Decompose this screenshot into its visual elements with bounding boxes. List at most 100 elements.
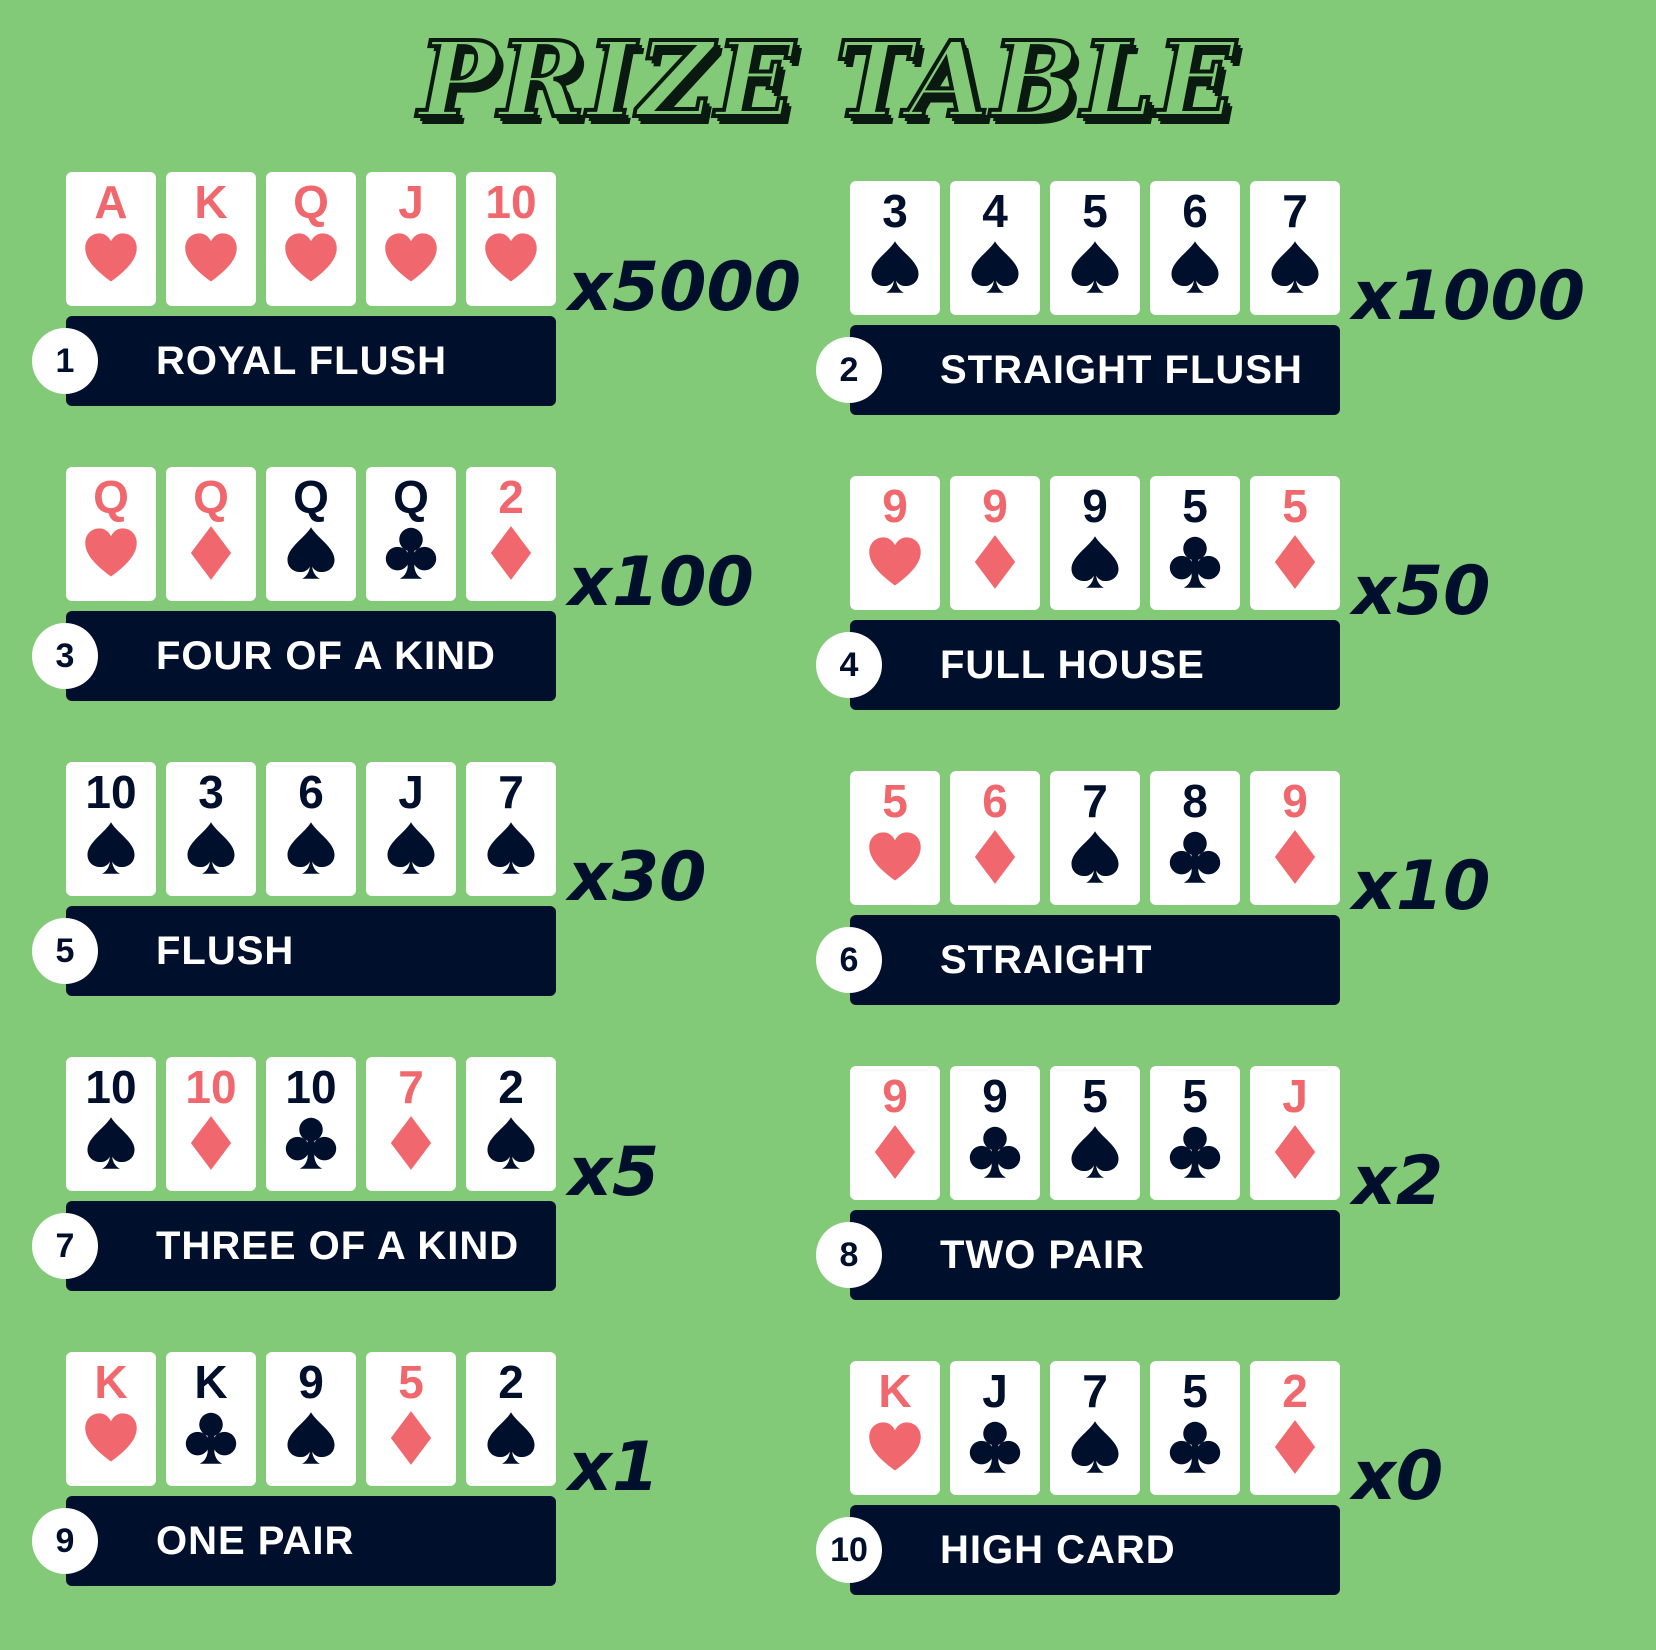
payout-multiplier: x100 [568, 543, 754, 622]
playing-card: Q [166, 467, 256, 601]
playing-card: 9 [950, 1066, 1040, 1200]
card-rank: 7 [1082, 1365, 1108, 1417]
club-icon [383, 525, 439, 581]
playing-card: 5 [1150, 1066, 1240, 1200]
club-icon [1167, 1419, 1223, 1475]
card-rank: 9 [1282, 775, 1308, 827]
playing-card: 7 [1050, 771, 1140, 905]
rank-badge: 10 [816, 1517, 882, 1583]
playing-card: 10 [66, 762, 156, 896]
playing-card: 9 [1250, 771, 1340, 905]
card-rank: 5 [1182, 1070, 1208, 1122]
payout-multiplier: x5 [568, 1133, 660, 1212]
card-rank: 10 [85, 766, 137, 818]
card-rank: 6 [298, 766, 324, 818]
rank-badge: 6 [816, 927, 882, 993]
hand-name: THREE OF A KIND [156, 1224, 520, 1268]
playing-card: 9 [1050, 476, 1140, 610]
playing-card: Q [66, 467, 156, 601]
card-rank: 5 [1182, 1365, 1208, 1417]
card-row: Q Q Q Q 2 [66, 467, 556, 601]
card-rank: Q [393, 471, 429, 523]
card-rank: J [398, 176, 424, 228]
playing-card: 5 [1150, 476, 1240, 610]
diamond-icon [967, 829, 1023, 885]
spade-icon [83, 1115, 139, 1171]
hand-name: FULL HOUSE [940, 643, 1205, 687]
card-row: 9 9 5 5 J [850, 1066, 1340, 1200]
card-rank: K [194, 176, 228, 228]
playing-card: J [1250, 1066, 1340, 1200]
playing-card: 9 [850, 476, 940, 610]
payout-multiplier: x5000 [568, 248, 802, 327]
payout-multiplier: x50 [1352, 552, 1491, 631]
playing-card: 9 [266, 1352, 356, 1486]
spade-icon [1067, 534, 1123, 590]
hand-flush: 10 3 6 J 7 FLUSH 5 x30 [32, 762, 792, 1002]
card-rank: 5 [1282, 480, 1308, 532]
diamond-icon [383, 1115, 439, 1171]
playing-card: Q [266, 467, 356, 601]
card-rank: 6 [1182, 185, 1208, 237]
card-rank: 6 [982, 775, 1008, 827]
playing-card: 5 [366, 1352, 456, 1486]
card-rank: 2 [498, 1356, 524, 1408]
card-rank: 7 [498, 766, 524, 818]
spade-icon [483, 820, 539, 876]
diamond-icon [183, 1115, 239, 1171]
heart-icon [183, 230, 239, 286]
hand-name: ONE PAIR [156, 1519, 355, 1563]
card-row: 5 6 7 8 9 [850, 771, 1340, 905]
spade-icon [283, 1410, 339, 1466]
card-rank: J [398, 766, 424, 818]
playing-card: 8 [1150, 771, 1240, 905]
hand-name: ROYAL FLUSH [156, 339, 448, 383]
card-rank: 7 [1082, 775, 1108, 827]
rank-badge: 8 [816, 1222, 882, 1288]
card-rank: 9 [882, 480, 908, 532]
card-rank: Q [93, 471, 129, 523]
club-icon [1167, 829, 1223, 885]
playing-card: J [950, 1361, 1040, 1495]
card-rank: J [982, 1365, 1008, 1417]
card-rank: 10 [285, 1061, 337, 1113]
diamond-icon [383, 1410, 439, 1466]
card-rank: 9 [982, 1070, 1008, 1122]
spade-icon [283, 525, 339, 581]
heart-icon [867, 1419, 923, 1475]
spade-icon [1067, 829, 1123, 885]
playing-card: 6 [950, 771, 1040, 905]
card-rank: 5 [398, 1356, 424, 1408]
playing-card: K [166, 172, 256, 306]
hand-high-card: K J 7 5 2 HIGH CARD 10 x0 [816, 1361, 1576, 1601]
card-rank: 7 [398, 1061, 424, 1113]
card-row: K J 7 5 2 [850, 1361, 1340, 1495]
playing-card: 4 [950, 181, 1040, 315]
heart-icon [383, 230, 439, 286]
diamond-icon [867, 1124, 923, 1180]
card-rank: 8 [1182, 775, 1208, 827]
card-rank: 4 [982, 185, 1008, 237]
card-rank: 5 [882, 775, 908, 827]
club-icon [1167, 534, 1223, 590]
playing-card: 7 [366, 1057, 456, 1191]
rank-badge: 9 [32, 1508, 98, 1574]
playing-card: 3 [166, 762, 256, 896]
playing-card: K [66, 1352, 156, 1486]
hand-four-of-a-kind: Q Q Q Q 2 FOUR OF A KIND 3 x100 [32, 467, 792, 707]
hand-three-of-a-kind: 10 10 10 7 2 THREE OF A KIND 7 x5 [32, 1057, 792, 1297]
card-rank: Q [293, 471, 329, 523]
club-icon [283, 1115, 339, 1171]
hand-name-bar: TWO PAIR [850, 1210, 1340, 1300]
playing-card: 7 [1250, 181, 1340, 315]
card-rank: 9 [1082, 480, 1108, 532]
playing-card: 7 [466, 762, 556, 896]
hand-full-house: 9 9 9 5 5 FULL HOUSE 4 x50 [816, 476, 1576, 716]
playing-card: 5 [1250, 476, 1340, 610]
spade-icon [383, 820, 439, 876]
card-rank: 5 [1082, 1070, 1108, 1122]
payout-multiplier: x1000 [1352, 257, 1586, 336]
hand-name: FOUR OF A KIND [156, 634, 496, 678]
diamond-icon [1267, 829, 1323, 885]
playing-card: J [366, 762, 456, 896]
